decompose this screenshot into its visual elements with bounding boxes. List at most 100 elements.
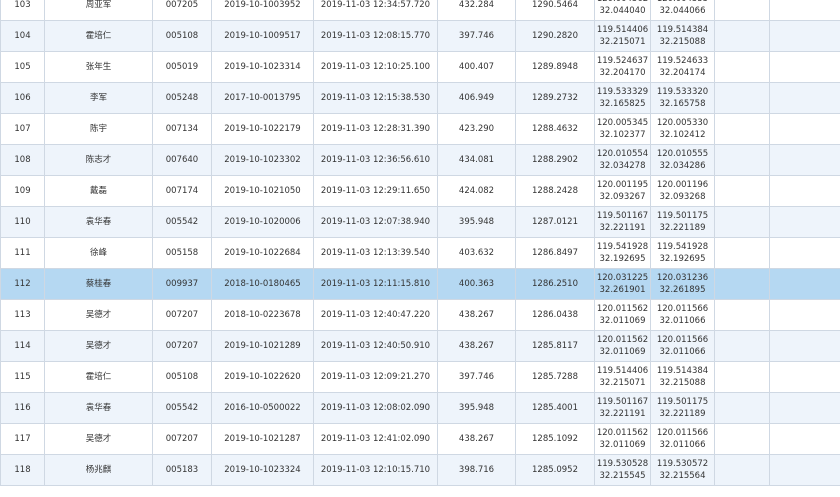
latitude-text: 32.215564 <box>659 471 706 481</box>
cell-v2: 1285.7288 <box>515 361 595 393</box>
latitude-text: 32.102412 <box>659 130 706 140</box>
table-row[interactable]: 118 杨兆麒 005183 2019-10-1023324 2019-11-03 12… <box>0 454 840 486</box>
longitude-text: 119.524633 <box>656 55 709 66</box>
latitude-text: 32.215071 <box>599 37 646 47</box>
latitude-text: 32.192695 <box>599 254 646 264</box>
cell-v2: 1285.1092 <box>515 423 595 455</box>
cell-coordinate-1: 120.011562 32.011069 <box>594 299 651 331</box>
ranking-table-viewport: 103 周亚军 007205 2019-10-1003952 2019-11-03 12… <box>0 0 840 497</box>
cell-empty <box>714 299 770 331</box>
table-row[interactable]: 106 李军 005248 2017-10-0013795 2019-11-03 12:… <box>0 82 840 114</box>
cell-v1: 434.081 <box>437 144 516 176</box>
table-row[interactable]: 109 戴磊 007174 2019-10-1021050 2019-11-03 12:… <box>0 175 840 207</box>
cell-coordinate-1: 119.501167 32.221191 <box>594 206 651 238</box>
cell-coordinate-2: 120.010555 32.034286 <box>650 144 715 176</box>
cell-empty <box>769 237 840 269</box>
cell-coordinate-1: 119.541928 32.192695 <box>594 237 651 269</box>
cell-code: 007174 <box>152 175 212 207</box>
latitude-text: 32.011066 <box>659 347 706 357</box>
cell-empty <box>769 423 840 455</box>
cell-no: 104 <box>0 20 45 52</box>
cell-time: 2019-11-03 12:40:47.220 <box>313 299 438 331</box>
cell-coordinate-2: 119.501175 32.221189 <box>650 206 715 238</box>
table-row[interactable]: 116 袁华春 005542 2016-10-0500022 2019-11-03 12… <box>0 392 840 424</box>
table-row[interactable]: 117 吴德才 007207 2019-10-1021287 2019-11-03 12… <box>0 423 840 455</box>
table-row[interactable]: 104 霍培仁 005108 2019-10-1009517 2019-11-03 12… <box>0 20 840 52</box>
latitude-text: 32.011069 <box>599 347 646 357</box>
longitude-text: 120.011562 <box>596 334 649 345</box>
cell-v1: 395.948 <box>437 392 516 424</box>
longitude-text: 120.011566 <box>656 303 709 314</box>
cell-code: 007207 <box>152 299 212 331</box>
cell-id: 2018-10-0223678 <box>211 299 314 331</box>
cell-coordinate-2: 119.533320 32.165758 <box>650 82 715 114</box>
cell-v1: 398.716 <box>437 454 516 486</box>
latitude-text: 32.221189 <box>659 223 706 233</box>
cell-coordinate-2: 120.011566 32.011066 <box>650 330 715 362</box>
table-row[interactable]: 113 吴德才 007207 2018-10-0223678 2019-11-03 12… <box>0 299 840 331</box>
cell-v1: 438.267 <box>437 423 516 455</box>
cell-name: 吴德才 <box>44 423 153 455</box>
latitude-text: 32.011066 <box>659 316 706 326</box>
cell-coordinate-2: 119.501175 32.221189 <box>650 392 715 424</box>
cell-code: 007207 <box>152 423 212 455</box>
cell-time: 2019-11-03 12:08:15.770 <box>313 20 438 52</box>
latitude-text: 32.093267 <box>599 192 646 202</box>
table-row[interactable]: 105 张年生 005019 2019-10-1023314 2019-11-03 12… <box>0 51 840 83</box>
cell-coordinate-2: 120.005330 32.102412 <box>650 113 715 145</box>
cell-code: 005542 <box>152 206 212 238</box>
cell-name: 戴磊 <box>44 175 153 207</box>
cell-id: 2019-10-1021050 <box>211 175 314 207</box>
cell-no: 108 <box>0 144 45 176</box>
table-row[interactable]: 111 徐峰 005158 2019-10-1022684 2019-11-03 12:… <box>0 237 840 269</box>
cell-code: 005158 <box>152 237 212 269</box>
table-row[interactable]: 108 陈志才 007640 2019-10-1023302 2019-11-03 12… <box>0 144 840 176</box>
cell-name: 袁华春 <box>44 392 153 424</box>
table-row[interactable]: 112 蔡桂春 009937 2018-10-0180465 2019-11-03 12… <box>0 268 840 300</box>
cell-time: 2019-11-03 12:09:21.270 <box>313 361 438 393</box>
table-row[interactable]: 103 周亚军 007205 2019-10-1003952 2019-11-03 12… <box>0 0 840 21</box>
longitude-text: 119.533329 <box>596 86 649 97</box>
cell-time: 2019-11-03 12:40:50.910 <box>313 330 438 362</box>
cell-name: 蔡桂春 <box>44 268 153 300</box>
latitude-text: 32.221189 <box>659 409 706 419</box>
table-row[interactable]: 114 吴德才 007207 2019-10-1021289 2019-11-03 12… <box>0 330 840 362</box>
table-row[interactable]: 107 陈宇 007134 2019-10-1022179 2019-11-03 12:… <box>0 113 840 145</box>
cell-empty <box>769 175 840 207</box>
cell-code: 005542 <box>152 392 212 424</box>
cell-v2: 1288.2428 <box>515 175 595 207</box>
longitude-text: 120.001195 <box>596 179 649 190</box>
cell-no: 110 <box>0 206 45 238</box>
cell-time: 2019-11-03 12:10:25.100 <box>313 51 438 83</box>
cell-id: 2019-10-1003952 <box>211 0 314 21</box>
cell-name: 陈志才 <box>44 144 153 176</box>
latitude-text: 32.093268 <box>659 192 706 202</box>
ranking-table: 103 周亚军 007205 2019-10-1003952 2019-11-03 12… <box>0 0 840 486</box>
cell-v2: 1285.4001 <box>515 392 595 424</box>
cell-code: 007134 <box>152 113 212 145</box>
cell-time: 2019-11-03 12:34:57.720 <box>313 0 438 21</box>
cell-empty <box>714 175 770 207</box>
cell-v1: 438.267 <box>437 330 516 362</box>
longitude-text: 119.501167 <box>596 396 649 407</box>
longitude-text: 120.031225 <box>596 272 649 283</box>
table-row[interactable]: 110 袁华春 005542 2019-10-1020006 2019-11-03 12… <box>0 206 840 238</box>
longitude-text: 120.011566 <box>656 427 709 438</box>
table-row[interactable]: 115 霍培仁 005108 2019-10-1022620 2019-11-03 12… <box>0 361 840 393</box>
latitude-text: 32.261895 <box>659 285 706 295</box>
cell-name: 杨兆麒 <box>44 454 153 486</box>
cell-name: 霍培仁 <box>44 361 153 393</box>
cell-coordinate-1: 120.011562 32.011069 <box>594 330 651 362</box>
cell-time: 2019-11-03 12:29:11.650 <box>313 175 438 207</box>
cell-id: 2017-10-0013795 <box>211 82 314 114</box>
latitude-text: 32.215088 <box>659 37 706 47</box>
longitude-text: 119.541928 <box>656 241 709 252</box>
cell-v2: 1288.2902 <box>515 144 595 176</box>
cell-empty <box>714 423 770 455</box>
cell-coordinate-1: 119.501167 32.221191 <box>594 392 651 424</box>
longitude-text: 119.533320 <box>656 86 709 97</box>
longitude-text: 119.530572 <box>656 458 709 469</box>
cell-id: 2019-10-1022684 <box>211 237 314 269</box>
cell-empty <box>769 144 840 176</box>
longitude-text: 119.501175 <box>656 396 709 407</box>
